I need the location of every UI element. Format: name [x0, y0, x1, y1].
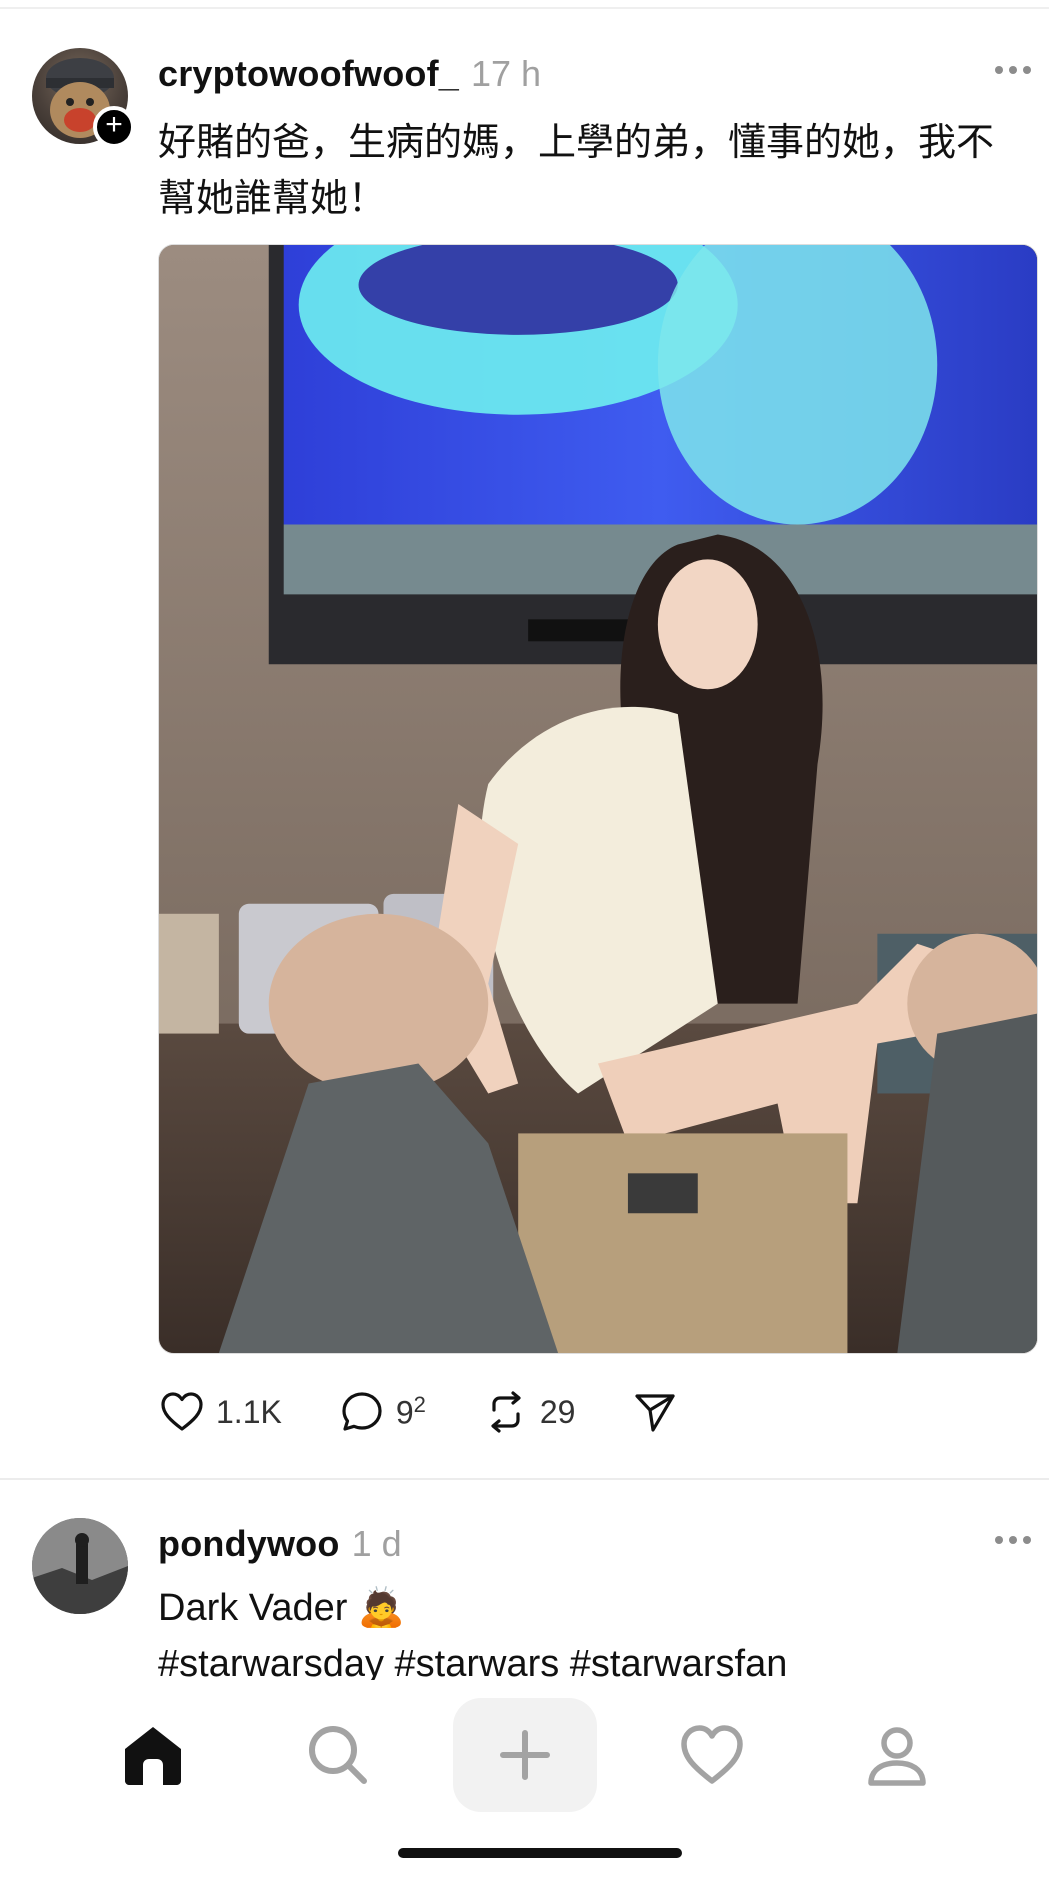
- post-time: 17 h: [470, 53, 542, 94]
- like-count: 1.1K: [216, 1393, 282, 1430]
- nav-profile[interactable]: [827, 1700, 967, 1810]
- username[interactable]: cryptowoofwoof_: [158, 53, 459, 95]
- nav-create[interactable]: [452, 1698, 597, 1812]
- post-divider: [0, 1478, 1049, 1480]
- post[interactable]: pondywoo 1 d Dark Vader 🙇 #starwarsday #…: [0, 1510, 1049, 1680]
- post-caption: 好賭的爸，生病的媽，上學的弟，懂事的她，我不幫她誰幫她！: [158, 120, 995, 220]
- caption-line: Dark Vader 🙇: [158, 1587, 406, 1629]
- reply-button[interactable]: 92: [338, 1388, 426, 1436]
- post-caption: Dark Vader 🙇 #starwarsday #starwars #sta…: [158, 1580, 1028, 1680]
- repost-count: 29: [539, 1393, 576, 1430]
- comment-icon: [342, 1392, 382, 1431]
- hashtags[interactable]: #starwarsday #starwars #starwarsfan: [158, 1636, 1028, 1680]
- nav-home[interactable]: [83, 1700, 223, 1810]
- username[interactable]: pondywoo: [158, 1523, 340, 1565]
- home-indicator: [398, 1848, 682, 1858]
- nav-search[interactable]: [268, 1700, 408, 1810]
- avatar-image: [32, 1518, 128, 1614]
- post-image[interactable]: [158, 244, 1038, 1354]
- repost-button[interactable]: 29: [482, 1388, 576, 1436]
- heart-icon: [161, 1392, 203, 1431]
- avatar[interactable]: [32, 1518, 128, 1614]
- share-button[interactable]: [631, 1388, 679, 1436]
- reply-count: 92: [395, 1392, 426, 1431]
- more-options-icon[interactable]: [989, 1520, 1037, 1560]
- nav-activity[interactable]: [642, 1700, 782, 1810]
- more-options-icon[interactable]: [989, 50, 1037, 90]
- bottom-nav: [0, 1690, 1049, 1820]
- profile-icon: [867, 1727, 926, 1786]
- share-icon: [635, 1394, 676, 1432]
- post-time: 1 d: [351, 1523, 402, 1564]
- like-button[interactable]: 1.1K: [158, 1388, 282, 1436]
- heart-icon: [680, 1725, 743, 1784]
- top-divider: [0, 7, 1049, 9]
- search-icon: [308, 1726, 367, 1784]
- home-icon: [124, 1727, 181, 1785]
- follow-plus-icon[interactable]: +: [93, 106, 135, 148]
- create-icon: [499, 1730, 550, 1780]
- repost-icon: [491, 1391, 521, 1433]
